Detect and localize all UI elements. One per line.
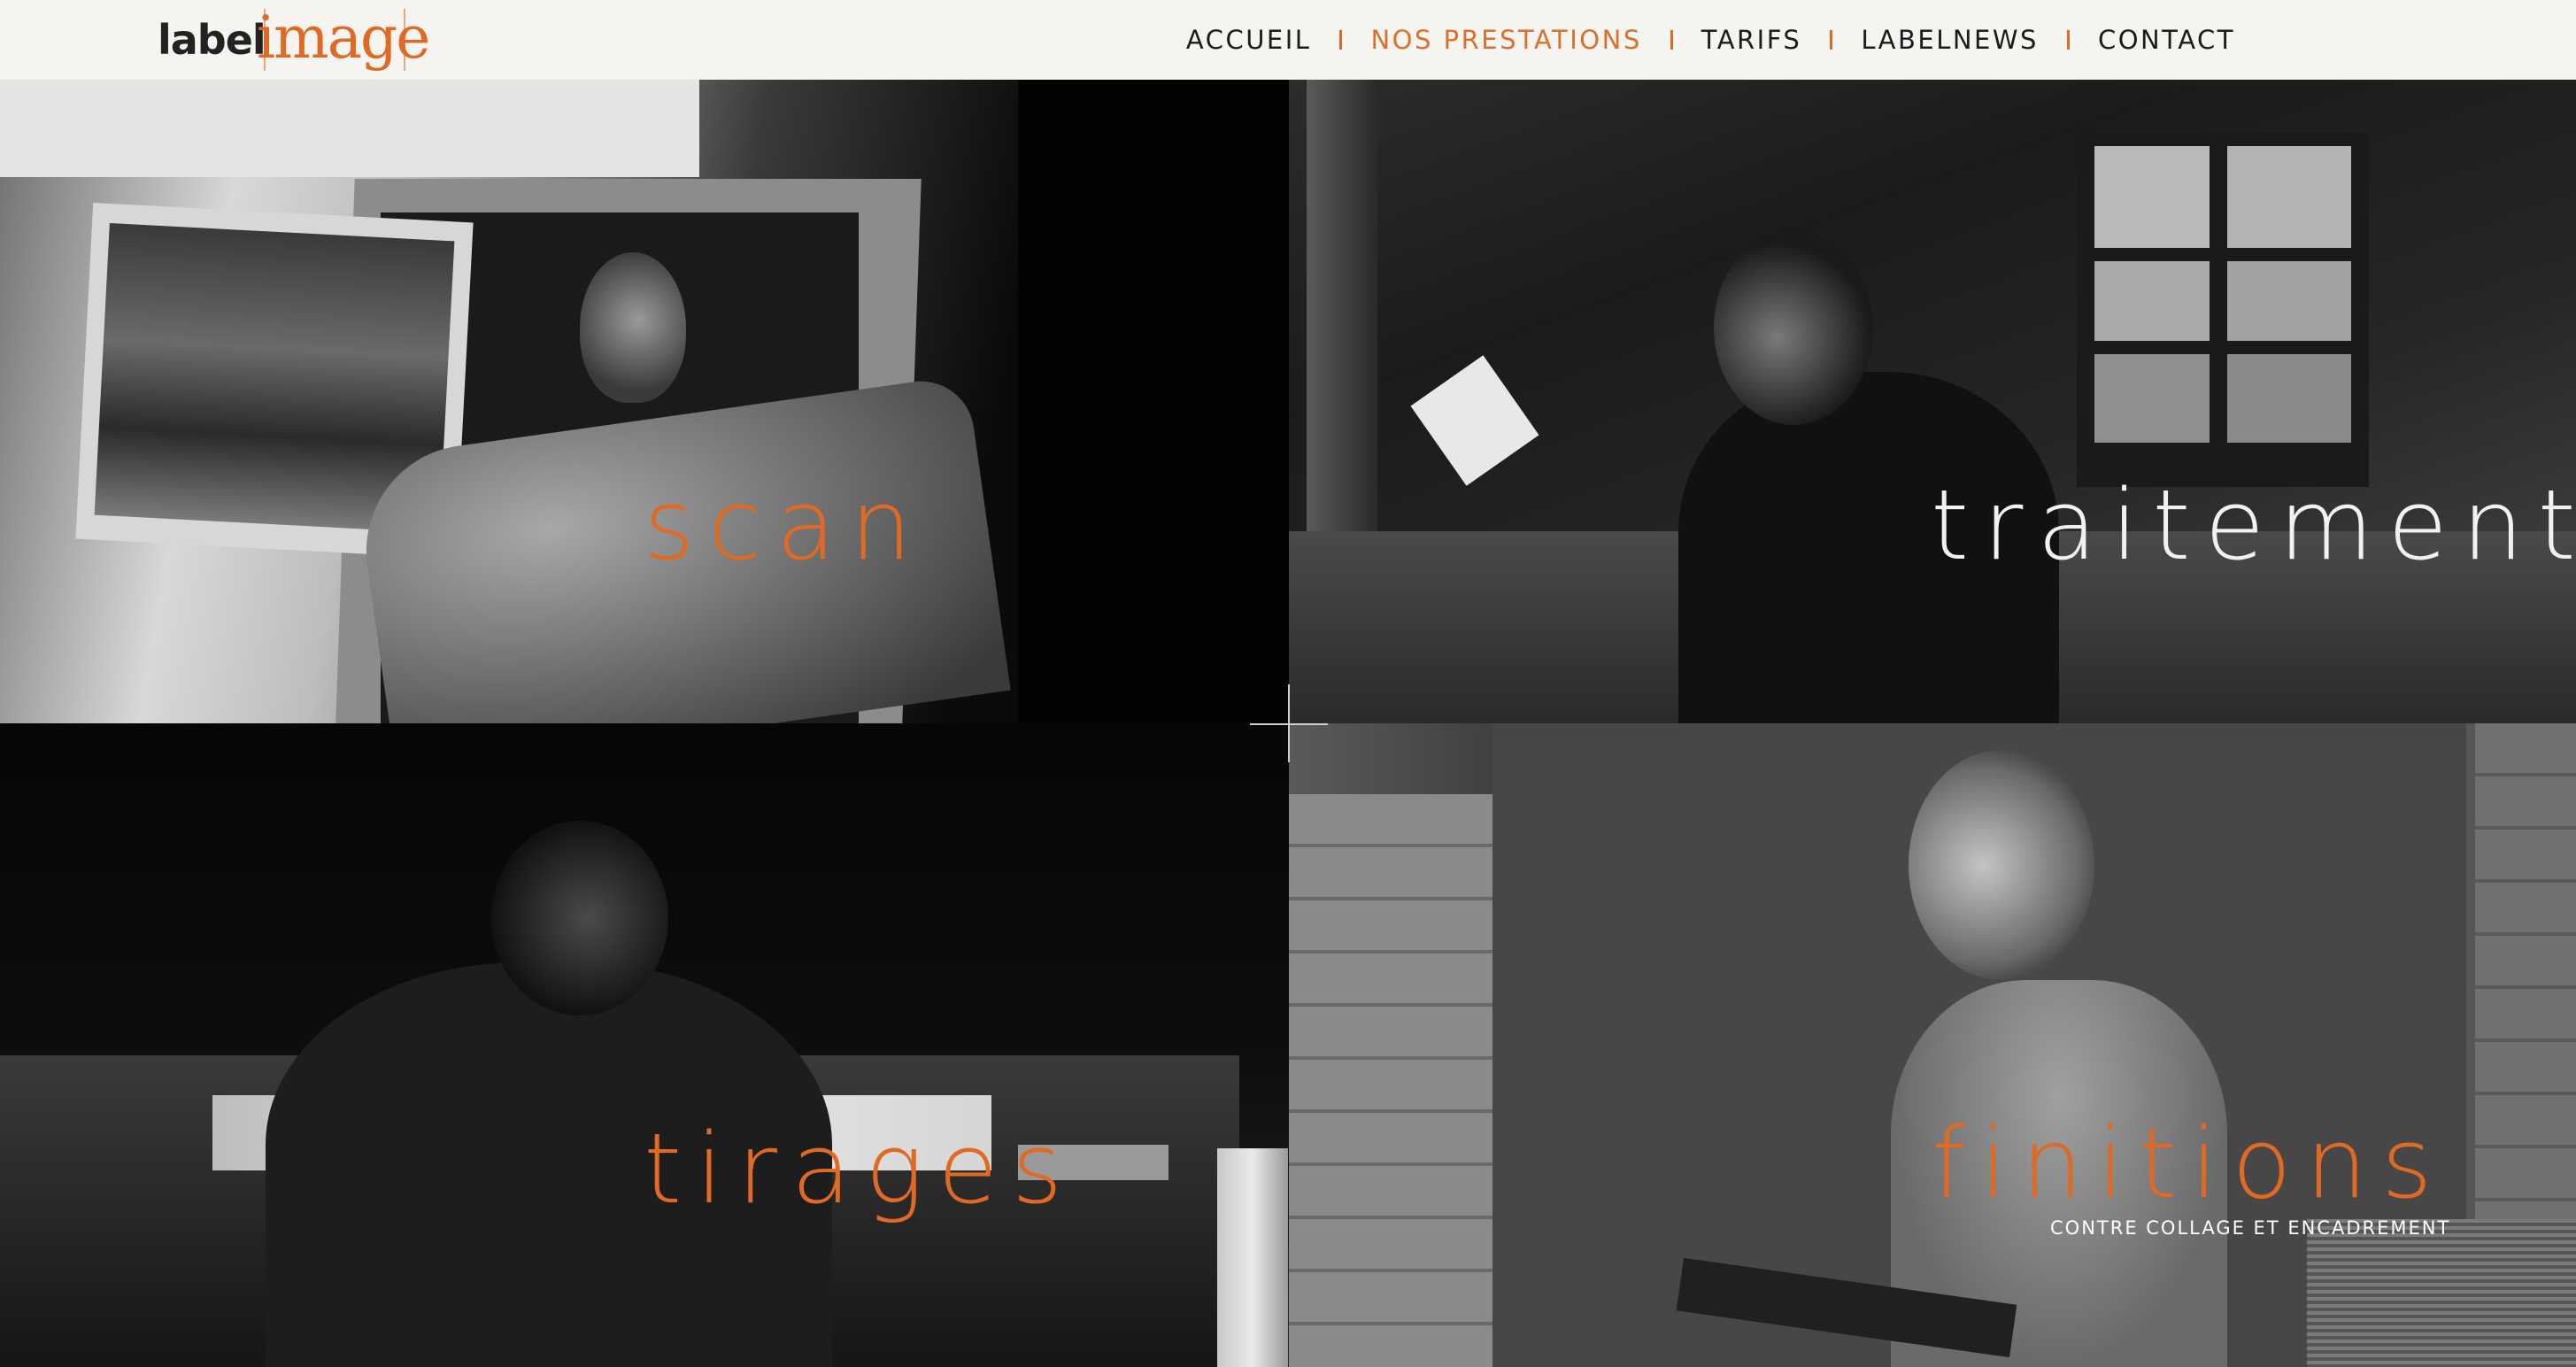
brick-wall-shape	[1289, 794, 1492, 1367]
paper-roll-shape	[1217, 1148, 1288, 1367]
panel-finitions[interactable]: finitions CONTRE COLLAGE ET ENCADREMENT	[1289, 723, 2576, 1367]
lightbox-shape	[0, 80, 699, 177]
nav-labelnews[interactable]: LABELNEWS	[1861, 25, 2039, 55]
nav-separator	[1339, 30, 1343, 50]
panel-scan[interactable]: scan	[0, 80, 1289, 723]
site-header: label image ACCUEIL NOS PRESTATIONS TARI…	[0, 0, 2576, 80]
window-pane-3	[2094, 261, 2210, 341]
main-nav: ACCUEIL NOS PRESTATIONS TARIFS LABELNEWS…	[1186, 0, 2235, 80]
nav-separator	[1830, 30, 1833, 50]
nav-separator	[2066, 30, 2070, 50]
window-pane-6	[2227, 354, 2351, 443]
paper-stack-shape	[2307, 1219, 2576, 1367]
logo-image-text: image	[257, 4, 430, 72]
paper-shape	[1410, 355, 1539, 486]
panel-tirages[interactable]: tirages	[0, 723, 1289, 1367]
nav-nos-prestations[interactable]: NOS PRESTATIONS	[1370, 25, 1641, 55]
frame-shape	[1018, 80, 1289, 723]
nav-separator	[1670, 30, 1673, 50]
service-title-tirages[interactable]: tirages	[644, 1120, 1076, 1217]
nav-contact[interactable]: CONTACT	[2098, 25, 2235, 55]
logo-label-text: label	[158, 16, 266, 64]
panel-traitement[interactable]: traitement	[1289, 80, 2576, 723]
crosshair-vertical	[1288, 684, 1290, 762]
service-title-finitions[interactable]: finitions	[1932, 1115, 2447, 1212]
face-shape	[580, 252, 686, 403]
person-head-shape	[491, 821, 668, 1016]
window-pane-2	[2227, 146, 2351, 248]
nav-tarifs[interactable]: TARIFS	[1701, 25, 1802, 55]
service-title-scan[interactable]: scan	[644, 476, 926, 574]
woman-head-shape	[1714, 230, 1873, 425]
center-crosshair	[1250, 684, 1328, 762]
window-pane-1	[2094, 146, 2210, 248]
service-subtitle-finitions: CONTRE COLLAGE ET ENCADREMENT	[2050, 1217, 2451, 1239]
service-title-traitement[interactable]: traitement	[1931, 476, 2576, 574]
woman-face-shape	[1909, 750, 2094, 980]
window-pane-4	[2227, 261, 2351, 341]
site-logo[interactable]: label image	[158, 4, 430, 73]
nav-accueil[interactable]: ACCUEIL	[1186, 25, 1312, 55]
window-pane-5	[2094, 354, 2210, 443]
